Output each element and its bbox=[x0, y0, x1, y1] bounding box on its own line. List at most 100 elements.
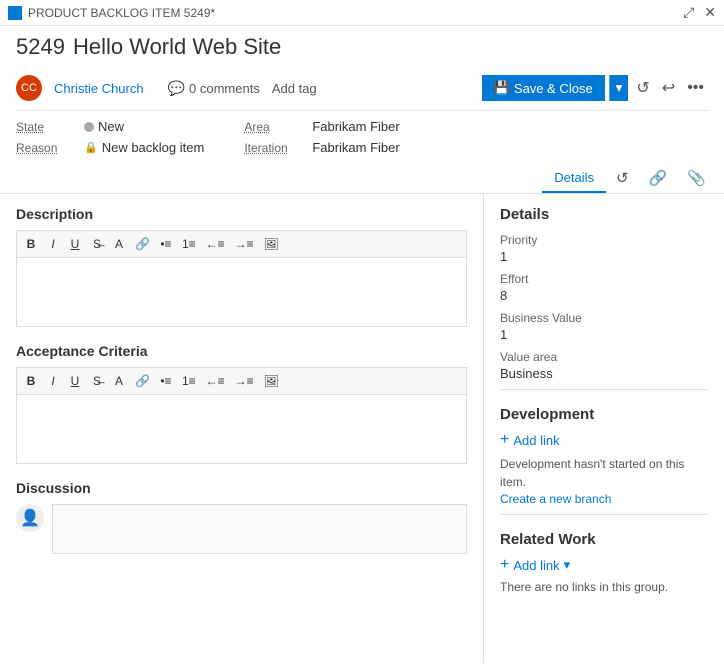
development-add-link-button[interactable]: + Add link bbox=[500, 431, 560, 449]
save-icon: 💾 bbox=[494, 80, 510, 96]
title-bar: PRODUCT BACKLOG ITEM 5249* ⤢ ✕ bbox=[0, 0, 724, 26]
acceptance-criteria-editor[interactable] bbox=[16, 394, 467, 464]
no-links-text: There are no links in this group. bbox=[500, 580, 708, 594]
comment-count: 0 comments bbox=[189, 81, 260, 96]
state-label: State bbox=[16, 120, 76, 134]
related-work-add-link-label: Add link bbox=[513, 558, 559, 573]
comment-icon: 💬 bbox=[168, 80, 185, 97]
iteration-field: Iteration Fabrikam Fiber bbox=[244, 140, 399, 155]
bold-button-desc[interactable]: B bbox=[21, 235, 41, 253]
title-bar-right: ⤢ ✕ bbox=[683, 4, 716, 21]
numbered-list-button-desc[interactable]: 1≡ bbox=[178, 235, 200, 253]
discussion-input[interactable] bbox=[52, 504, 467, 554]
avatar-text: CC bbox=[21, 82, 37, 94]
discussion-title: Discussion bbox=[16, 480, 467, 496]
numbered-list-button-ac[interactable]: 1≡ bbox=[178, 372, 200, 390]
business-value-field: Business Value 1 bbox=[500, 311, 708, 342]
related-work-section-title: Related Work bbox=[500, 531, 708, 548]
outdent-button-ac[interactable]: ←≡ bbox=[202, 372, 229, 390]
comments-button[interactable]: 💬 0 comments bbox=[168, 80, 260, 97]
save-close-button[interactable]: 💾 Save & Close bbox=[482, 75, 605, 101]
effort-label: Effort bbox=[500, 272, 708, 286]
header: 5249 Hello World Web Site bbox=[0, 26, 724, 70]
state-value[interactable]: New bbox=[84, 119, 124, 134]
item-id-title: 5249 Hello World Web Site bbox=[16, 34, 708, 60]
iteration-label: Iteration bbox=[244, 141, 304, 155]
refresh-button[interactable]: ↺ bbox=[632, 74, 653, 102]
item-id: 5249 bbox=[16, 34, 65, 60]
indent-button-ac[interactable]: →≡ bbox=[231, 372, 258, 390]
reason-text: New backlog item bbox=[102, 140, 205, 155]
description-toolbar: B I U S̶ A 🔗 •≡ 1≡ ←≡ →≡ 🖼 bbox=[16, 230, 467, 257]
close-icon[interactable]: ✕ bbox=[704, 4, 716, 21]
save-close-dropdown-button[interactable]: ▾ bbox=[609, 75, 629, 101]
value-area-field: Value area Business bbox=[500, 350, 708, 381]
image-button-desc[interactable]: 🖼 bbox=[260, 235, 283, 253]
description-editor[interactable] bbox=[16, 257, 467, 327]
tab-history[interactable]: ↺ bbox=[606, 163, 639, 193]
user-row: CC Christie Church 💬 0 comments Add tag … bbox=[16, 70, 708, 111]
effort-value[interactable]: 8 bbox=[500, 288, 708, 303]
related-work-dropdown-icon: ▾ bbox=[564, 557, 571, 573]
avatar[interactable]: CC bbox=[16, 75, 42, 101]
lock-icon: 🔒 bbox=[84, 141, 98, 154]
bullet-list-button-desc[interactable]: •≡ bbox=[156, 235, 176, 253]
link-button-ac[interactable]: 🔗 bbox=[131, 372, 154, 390]
priority-label: Priority bbox=[500, 233, 708, 247]
priority-value[interactable]: 1 bbox=[500, 249, 708, 264]
underline-button-desc[interactable]: U bbox=[65, 235, 85, 253]
related-work-add-link-button[interactable]: + Add link ▾ bbox=[500, 556, 570, 574]
area-label: Area bbox=[244, 120, 304, 134]
description-title: Description bbox=[16, 206, 467, 222]
bold-button-ac[interactable]: B bbox=[21, 372, 41, 390]
tab-attachments[interactable]: 📎 bbox=[677, 163, 716, 193]
acceptance-criteria-title: Acceptance Criteria bbox=[16, 343, 467, 359]
undo-button[interactable]: ↩ bbox=[658, 74, 679, 102]
state-dot bbox=[84, 122, 94, 132]
acceptance-criteria-section: Acceptance Criteria B I U S̶ A 🔗 •≡ 1≡ ←… bbox=[16, 343, 467, 464]
title-bar-left: PRODUCT BACKLOG ITEM 5249* bbox=[8, 6, 215, 20]
effort-field: Effort 8 bbox=[500, 272, 708, 303]
description-section: Description B I U S̶ A 🔗 •≡ 1≡ ←≡ →≡ 🖼 bbox=[16, 206, 467, 327]
person-icon: 👤 bbox=[20, 508, 40, 528]
priority-field: Priority 1 bbox=[500, 233, 708, 264]
more-options-button[interactable]: ••• bbox=[683, 75, 708, 101]
reason-label: Reason bbox=[16, 141, 76, 155]
iteration-value[interactable]: Fabrikam Fiber bbox=[312, 140, 399, 155]
underline-button-ac[interactable]: U bbox=[65, 372, 85, 390]
discussion-section: Discussion 👤 bbox=[16, 480, 467, 554]
create-branch-link[interactable]: Create a new branch bbox=[500, 492, 611, 506]
strikethrough-button-desc[interactable]: S̶ bbox=[87, 235, 107, 253]
font-color-button-ac[interactable]: A bbox=[109, 372, 129, 390]
bullet-list-button-ac[interactable]: •≡ bbox=[156, 372, 176, 390]
indent-button-desc[interactable]: →≡ bbox=[231, 235, 258, 253]
link-button-desc[interactable]: 🔗 bbox=[131, 235, 154, 253]
toolbar-right: 💾 Save & Close ▾ ↺ ↩ ••• bbox=[482, 74, 708, 102]
value-area-value[interactable]: Business bbox=[500, 366, 708, 381]
business-value-label: Business Value bbox=[500, 311, 708, 325]
add-tag-button[interactable]: Add tag bbox=[272, 81, 317, 96]
value-area-label: Value area bbox=[500, 350, 708, 364]
development-plus-icon: + bbox=[500, 431, 509, 449]
italic-button-ac[interactable]: I bbox=[43, 372, 63, 390]
font-color-button-desc[interactable]: A bbox=[109, 235, 129, 253]
area-value[interactable]: Fabrikam Fiber bbox=[312, 119, 399, 134]
outdent-button-desc[interactable]: ←≡ bbox=[202, 235, 229, 253]
discussion-user-row: 👤 bbox=[16, 504, 467, 554]
reason-value[interactable]: 🔒 New backlog item bbox=[84, 140, 204, 155]
italic-button-desc[interactable]: I bbox=[43, 235, 63, 253]
business-value-value[interactable]: 1 bbox=[500, 327, 708, 342]
acceptance-criteria-toolbar: B I U S̶ A 🔗 •≡ 1≡ ←≡ →≡ 🖼 bbox=[16, 367, 467, 394]
item-title[interactable]: Hello World Web Site bbox=[73, 34, 281, 60]
expand-icon[interactable]: ⤢ bbox=[683, 4, 694, 21]
tab-details[interactable]: Details bbox=[542, 164, 606, 193]
separator-2 bbox=[500, 514, 708, 515]
username[interactable]: Christie Church bbox=[54, 81, 144, 96]
image-button-ac[interactable]: 🖼 bbox=[260, 372, 283, 390]
tabs-row: Details ↺ 🔗 📎 bbox=[0, 163, 724, 194]
title-bar-label: PRODUCT BACKLOG ITEM 5249* bbox=[28, 6, 215, 20]
separator-1 bbox=[500, 389, 708, 390]
strikethrough-button-ac[interactable]: S̶ bbox=[87, 372, 107, 390]
discussion-avatar: 👤 bbox=[16, 504, 44, 532]
tab-links[interactable]: 🔗 bbox=[639, 163, 678, 193]
